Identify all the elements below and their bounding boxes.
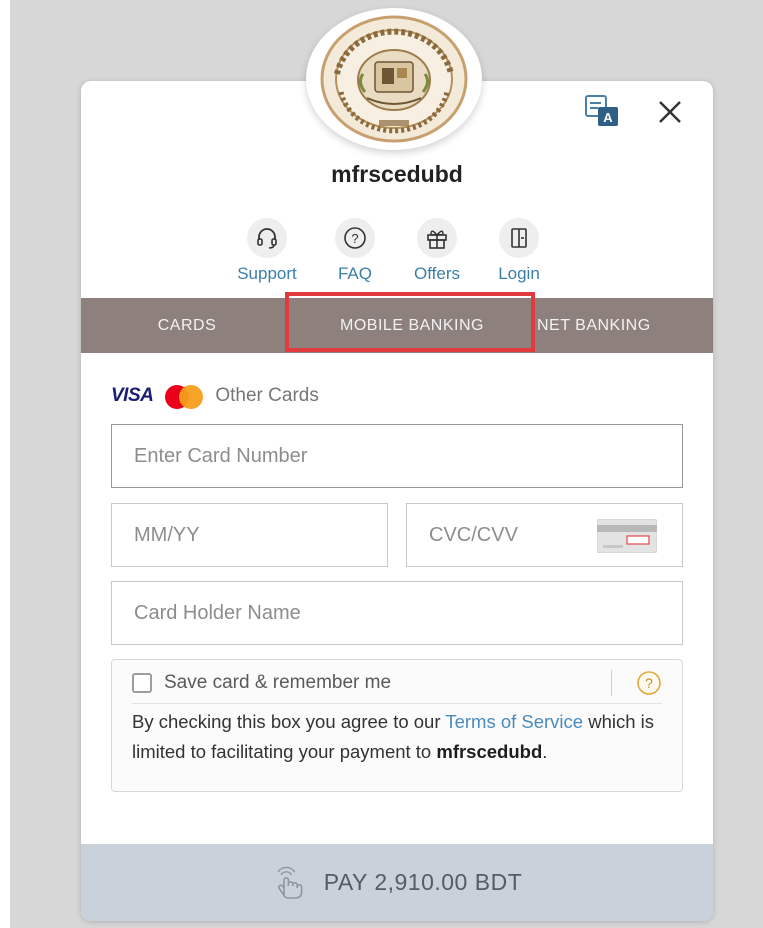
offers-icon-circle	[417, 218, 457, 258]
cvc-field	[406, 503, 683, 567]
translate-icon: A	[585, 95, 618, 126]
question-icon: ?	[344, 227, 366, 249]
visa-logo: VISA	[111, 385, 154, 406]
quick-links: Support ? FAQ Offers Login	[231, 218, 571, 288]
login-label: Login	[498, 264, 540, 283]
terms-of-service-link[interactable]: Terms of Service	[445, 711, 583, 732]
save-card-row: Save card & remember me ?	[132, 670, 662, 696]
terms-text: By checking this box you agree to our Te…	[132, 707, 672, 767]
faq-link[interactable]: ? FAQ	[323, 218, 387, 284]
tap-hand-icon	[277, 866, 303, 899]
card-number-input[interactable]	[112, 425, 682, 487]
card-holder-input[interactable]	[112, 582, 682, 644]
save-card-label: Save card & remember me	[164, 672, 392, 693]
expiry-field	[111, 503, 388, 567]
card-number-field	[111, 424, 683, 488]
terms-prefix: By checking this box you agree to our	[132, 711, 446, 732]
svg-text:A: A	[603, 110, 613, 125]
payment-method-tabs: CARDS MOBILE BANKING NET BANKING	[81, 298, 713, 353]
support-link[interactable]: Support	[235, 218, 299, 284]
tab-net-banking[interactable]: NET BANKING	[531, 298, 713, 353]
svg-text:?: ?	[351, 231, 358, 246]
institution-seal-logo	[320, 15, 468, 143]
card-holder-field	[111, 581, 683, 645]
expiry-input[interactable]	[112, 504, 387, 566]
close-icon	[659, 101, 681, 123]
pay-button-label: PAY 2,910.00 BDT	[323, 869, 523, 895]
card-back-icon	[597, 519, 657, 553]
faq-label: FAQ	[337, 264, 372, 283]
login-door-icon	[511, 228, 527, 248]
tab-cards[interactable]: CARDS	[81, 298, 293, 353]
save-card-box: Save card & remember me ? By checking th…	[111, 659, 683, 792]
faq-icon-circle: ?	[335, 218, 375, 258]
support-label: Support	[237, 264, 297, 283]
headset-icon	[257, 228, 277, 249]
merchant-logo	[306, 8, 482, 150]
offers-link[interactable]: Offers	[405, 218, 469, 284]
save-row-separator	[611, 670, 612, 696]
save-card-checkbox[interactable]	[132, 673, 152, 693]
card-brands: VISA Other Cards	[111, 381, 319, 411]
svg-text:?: ?	[645, 675, 653, 691]
support-icon-circle	[247, 218, 287, 258]
tab-mobile-banking[interactable]: MOBILE BANKING	[293, 298, 531, 353]
translate-button[interactable]: A	[585, 95, 619, 127]
terms-suffix: .	[542, 741, 548, 762]
gift-icon	[427, 230, 447, 249]
login-link[interactable]: Login	[487, 218, 551, 284]
merchant-name: mfrscedubd	[331, 161, 463, 187]
other-cards-label: Other Cards	[215, 385, 319, 406]
close-button[interactable]	[650, 92, 690, 132]
save-box-divider	[132, 703, 662, 704]
mastercard-logo	[165, 383, 219, 409]
offers-label: Offers	[414, 264, 460, 283]
login-icon-circle	[499, 218, 539, 258]
pay-button[interactable]: PAY 2,910.00 BDT	[81, 844, 713, 921]
payment-modal: mfrscedubd Support ? FAQ Offers Login CA…	[81, 81, 713, 921]
terms-merchant: mfrscedubd	[436, 741, 543, 762]
page-background-strip	[0, 0, 10, 928]
help-circle-icon[interactable]: ?	[636, 670, 662, 696]
